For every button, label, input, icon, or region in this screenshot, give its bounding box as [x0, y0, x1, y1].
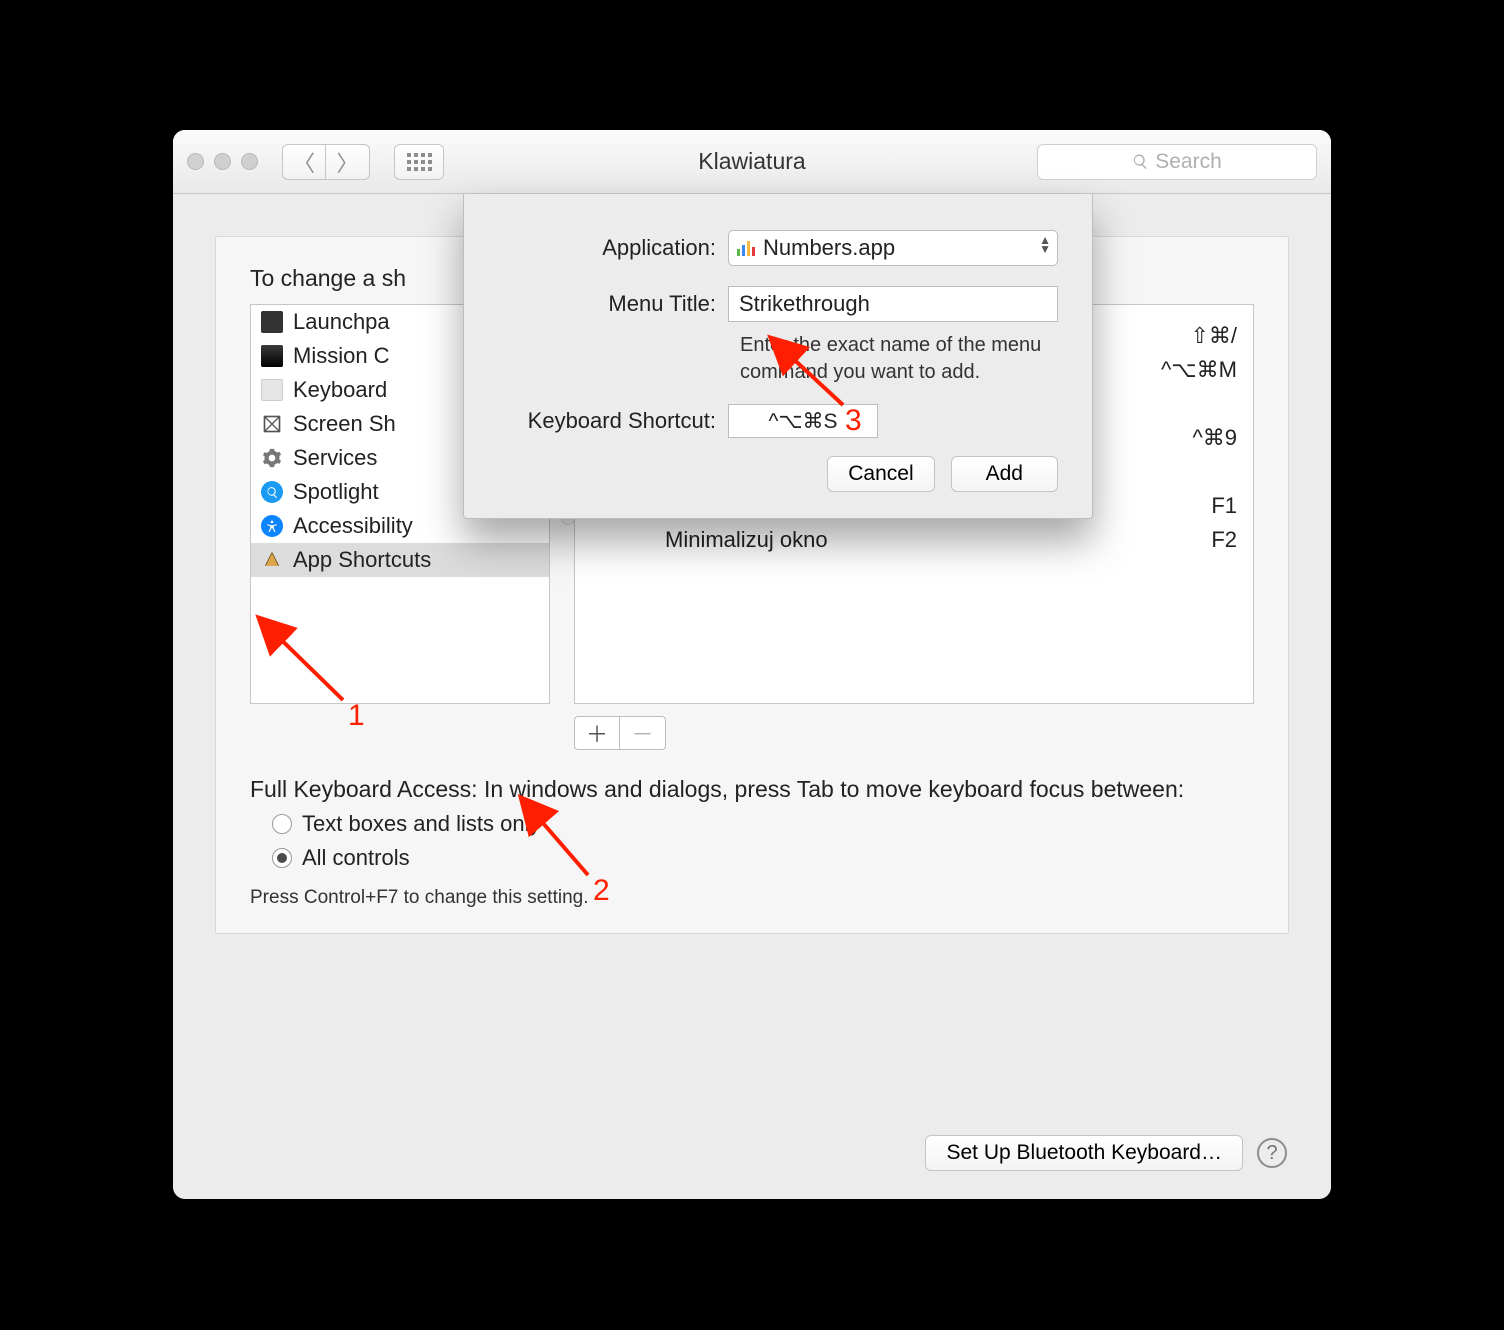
- application-value: Numbers.app: [763, 235, 895, 261]
- traffic-lights: [187, 153, 258, 170]
- gear-icon: [261, 447, 283, 469]
- menu-title-hint: Enter the exact name of the menu command…: [740, 332, 1058, 386]
- keyboard-shortcut-value: ^⌥⌘S: [768, 409, 837, 434]
- sidebar-item-label: App Shortcuts: [293, 547, 431, 573]
- minimize-window-button[interactable]: [214, 153, 231, 170]
- preferences-window: 〈 〉 Klawiatura Search To change a sh eys…: [173, 130, 1331, 1199]
- full-keyboard-access-text: Full Keyboard Access: In windows and dia…: [250, 776, 1254, 803]
- shortcut-key: ⇧⌘/: [1190, 323, 1237, 349]
- search-placeholder: Search: [1155, 150, 1222, 174]
- nav-back-forward: 〈 〉: [282, 144, 370, 180]
- radio-label: All controls: [302, 845, 410, 871]
- chevron-right-icon: 〉: [336, 146, 358, 178]
- add-button[interactable]: ＋: [574, 716, 620, 750]
- remove-button[interactable]: －: [620, 716, 666, 750]
- zoom-window-button[interactable]: [241, 153, 258, 170]
- cancel-label: Cancel: [848, 462, 913, 485]
- shortcut-key: F1: [1211, 493, 1237, 519]
- spotlight-icon: [261, 481, 283, 503]
- search-field[interactable]: Search: [1037, 144, 1317, 180]
- launchpad-icon: [261, 311, 283, 333]
- popup-arrows-icon: ▲▼: [1039, 236, 1051, 254]
- intro-left: To change a sh: [250, 265, 406, 291]
- accessibility-icon: [261, 515, 283, 537]
- numbers-app-icon: [737, 240, 755, 256]
- sidebar-item-label: Mission C: [293, 343, 390, 369]
- app-shortcuts-icon: [261, 549, 283, 571]
- question-icon: ?: [1266, 1142, 1277, 1165]
- close-window-button[interactable]: [187, 153, 204, 170]
- add-label: Add: [986, 462, 1023, 485]
- help-button[interactable]: ?: [1257, 1138, 1287, 1168]
- radio-icon: [272, 814, 292, 834]
- titlebar: 〈 〉 Klawiatura Search: [173, 130, 1331, 194]
- sidebar-item-app-shortcuts[interactable]: App Shortcuts: [251, 543, 549, 577]
- add-shortcut-sheet: Application: Numbers.app ▲▼ Menu Title: …: [463, 194, 1093, 519]
- application-popup[interactable]: Numbers.app ▲▼: [728, 230, 1058, 266]
- sidebar-item-label: Services: [293, 445, 377, 471]
- show-all-button[interactable]: [394, 144, 444, 180]
- radio-text-boxes[interactable]: Text boxes and lists only: [272, 811, 1254, 837]
- add-confirm-button[interactable]: Add: [951, 456, 1058, 492]
- grid-icon: [407, 153, 432, 171]
- plus-icon: ＋: [586, 717, 608, 749]
- chevron-left-icon: 〈: [293, 146, 315, 178]
- minus-icon: －: [631, 717, 653, 749]
- screenshot-icon: [261, 413, 283, 435]
- shortcut-key: F2: [1211, 527, 1237, 553]
- cancel-button[interactable]: Cancel: [827, 456, 934, 492]
- keyboard-shortcut-label: Keyboard Shortcut:: [498, 408, 728, 434]
- forward-button[interactable]: 〉: [326, 144, 370, 180]
- sidebar-item-label: Keyboard: [293, 377, 387, 403]
- sidebar-item-label: Launchpa: [293, 309, 390, 335]
- shortcut-key: ^⌘9: [1192, 425, 1237, 451]
- fka-hint: Press Control+F7 to change this setting.: [250, 887, 1254, 909]
- menu-title-value: Strikethrough: [739, 291, 870, 317]
- shortcut-row[interactable]: Minimalizuj okno F2: [575, 523, 1253, 557]
- application-label: Application:: [498, 235, 728, 261]
- sidebar-item-label: Spotlight: [293, 479, 379, 505]
- radio-icon: [272, 848, 292, 868]
- back-button[interactable]: 〈: [282, 144, 326, 180]
- radio-all-controls[interactable]: All controls: [272, 845, 1254, 871]
- bluetooth-label: Set Up Bluetooth Keyboard…: [946, 1141, 1222, 1164]
- sidebar-item-label: Accessibility: [293, 513, 413, 539]
- search-icon: [1132, 153, 1149, 170]
- menu-title-input[interactable]: Strikethrough: [728, 286, 1058, 322]
- sidebar-item-label: Screen Sh: [293, 411, 396, 437]
- keyboard-shortcut-input[interactable]: ^⌥⌘S: [728, 404, 878, 438]
- shortcut-label: Minimalizuj okno: [665, 527, 828, 553]
- radio-label: Text boxes and lists only: [302, 811, 540, 837]
- add-remove-segment: ＋ －: [574, 716, 1254, 750]
- menu-title-label: Menu Title:: [498, 291, 728, 317]
- shortcut-key: ^⌥⌘M: [1161, 357, 1237, 383]
- keyboard-icon: [261, 379, 283, 401]
- footer: Set Up Bluetooth Keyboard… ?: [925, 1135, 1287, 1171]
- mission-control-icon: [261, 345, 283, 367]
- bluetooth-keyboard-button[interactable]: Set Up Bluetooth Keyboard…: [925, 1135, 1243, 1171]
